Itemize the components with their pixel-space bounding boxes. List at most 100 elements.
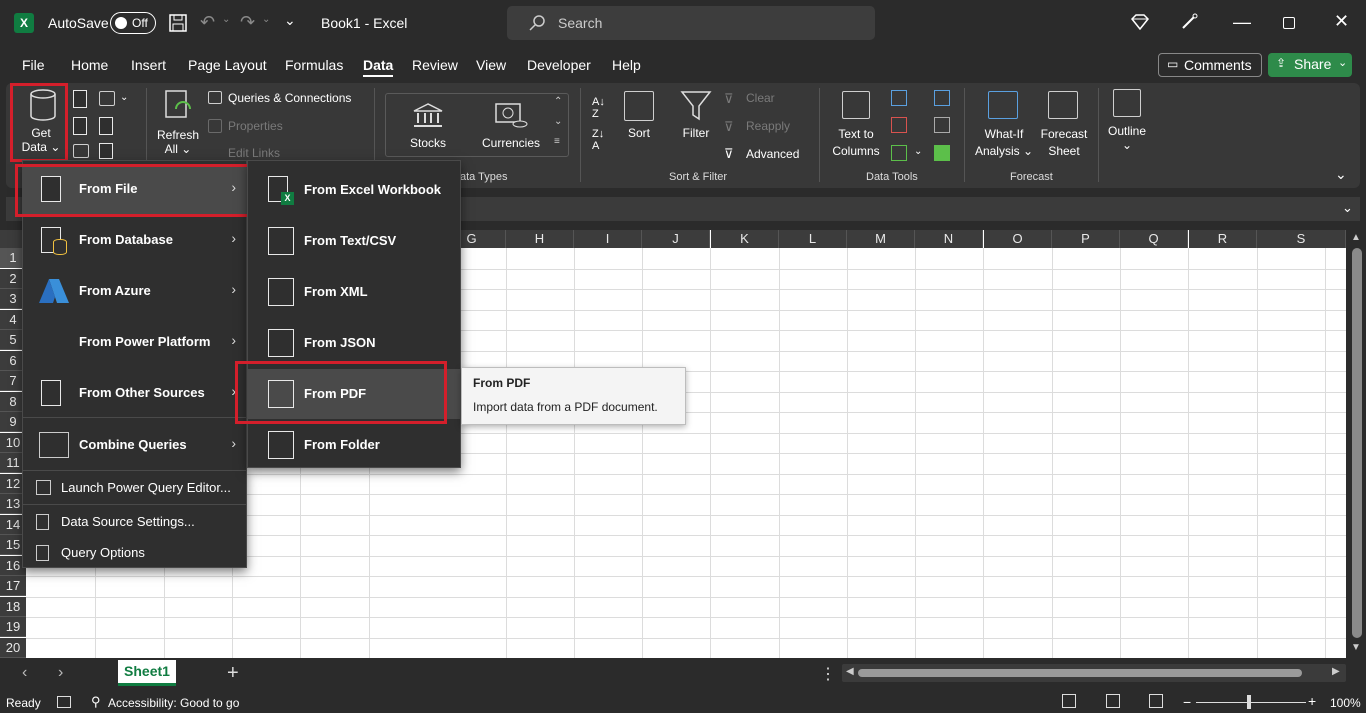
redo-dropdown-icon[interactable]: ⌄	[262, 14, 270, 25]
tab-review[interactable]: Review	[412, 57, 458, 77]
column-header[interactable]: J	[642, 230, 710, 248]
scroll-down-icon[interactable]: ▼	[1351, 642, 1361, 653]
column-header[interactable]: L	[779, 230, 847, 248]
tab-file[interactable]: File	[22, 57, 45, 77]
redo-icon[interactable]: ↷	[240, 12, 255, 33]
column-header[interactable]: Q	[1120, 230, 1188, 248]
close-icon[interactable]: ✕	[1334, 11, 1349, 32]
from-picture-icon[interactable]	[99, 143, 113, 159]
menu-launch-power-query-editor[interactable]: Launch Power Query Editor...	[23, 473, 246, 503]
share-button[interactable]: ⇪ Share ⌄	[1268, 53, 1352, 77]
column-header[interactable]: N	[915, 230, 983, 248]
from-web-icon[interactable]	[73, 117, 87, 135]
restore-icon[interactable]	[1283, 17, 1295, 29]
advanced-button[interactable]: Advanced	[746, 147, 799, 161]
reapply-button[interactable]: Reapply	[746, 119, 790, 133]
menu-from-other-sources[interactable]: From Other Sources ›	[23, 368, 246, 418]
refresh-all-button[interactable]: Refresh All ⌄	[152, 128, 204, 156]
row-header[interactable]: 20	[0, 637, 26, 658]
sort-descending-icon[interactable]: Z↓ A	[592, 128, 604, 152]
hscroll-thumb[interactable]	[858, 669, 1302, 677]
filter-button[interactable]: Filter	[676, 126, 716, 140]
menu-from-folder[interactable]: From Folder	[248, 420, 460, 470]
properties-button[interactable]: Properties	[228, 119, 283, 133]
scroll-right-icon[interactable]: ▶	[1332, 666, 1340, 677]
comments-button[interactable]: ▭ Comments	[1158, 53, 1262, 77]
from-table-icon[interactable]	[99, 91, 115, 106]
column-header[interactable]: M	[847, 230, 915, 248]
data-validation-icon[interactable]	[891, 145, 907, 161]
clear-button[interactable]: Clear	[746, 91, 775, 105]
flash-fill-icon[interactable]	[891, 90, 907, 106]
scroll-up-icon[interactable]: ▲	[1351, 232, 1361, 243]
outline-button[interactable]: Outline ⌄	[1100, 124, 1154, 152]
menu-from-database[interactable]: From Database ›	[23, 215, 246, 265]
menu-combine-queries[interactable]: Combine Queries ›	[23, 420, 246, 470]
customize-toolbar-icon[interactable]: ⌄	[284, 12, 296, 29]
relationships-icon[interactable]	[934, 117, 950, 133]
existing-connections-icon[interactable]	[73, 144, 89, 158]
menu-from-power-platform[interactable]: From Power Platform ›	[23, 317, 246, 367]
tab-page-layout[interactable]: Page Layout	[188, 57, 267, 77]
horizontal-scrollbar[interactable]: ◀ ▶	[842, 664, 1346, 682]
column-header[interactable]: P	[1052, 230, 1120, 248]
currencies-button[interactable]: Currencies	[477, 136, 545, 150]
tab-formulas[interactable]: Formulas	[285, 57, 343, 77]
pen-icon[interactable]	[1180, 13, 1198, 31]
tab-help[interactable]: Help	[612, 57, 641, 77]
zoom-slider[interactable]	[1196, 702, 1306, 703]
data-validation-dropdown-icon[interactable]: ⌄	[914, 146, 922, 157]
tab-data[interactable]: Data	[363, 57, 394, 77]
data-model-icon[interactable]	[934, 145, 950, 161]
what-if-analysis-button[interactable]: What-If Analysis ⌄	[973, 126, 1035, 160]
row-header[interactable]: 19	[0, 617, 26, 637]
menu-from-text-csv[interactable]: From Text/CSV	[248, 216, 460, 266]
page-break-view-icon[interactable]	[1149, 694, 1163, 708]
tab-insert[interactable]: Insert	[131, 57, 166, 77]
from-table-dropdown-icon[interactable]: ⌄	[120, 92, 128, 103]
collapse-ribbon-icon[interactable]: ⌄	[1335, 166, 1347, 183]
vertical-scrollbar[interactable]: ▲ ▼	[1348, 230, 1366, 658]
column-header[interactable]: H	[506, 230, 574, 248]
undo-icon[interactable]: ↶	[200, 12, 215, 33]
menu-query-options[interactable]: Query Options	[23, 538, 246, 568]
menu-from-xml[interactable]: From XML	[248, 267, 460, 317]
diamond-icon[interactable]	[1131, 14, 1149, 30]
sort-button[interactable]: Sort	[620, 126, 658, 140]
expand-formula-bar-icon[interactable]: ⌄	[1342, 200, 1353, 216]
from-text-icon[interactable]	[73, 90, 87, 108]
menu-from-excel-workbook[interactable]: X From Excel Workbook	[248, 165, 460, 215]
gallery-down-icon[interactable]: ⌄	[554, 116, 562, 127]
add-sheet-icon[interactable]: +	[227, 662, 239, 685]
tab-developer[interactable]: Developer	[527, 57, 591, 77]
next-sheet-icon[interactable]: ›	[58, 664, 63, 682]
forecast-sheet-button[interactable]: Forecast Sheet	[1036, 126, 1092, 160]
normal-view-icon[interactable]	[1062, 694, 1076, 708]
save-icon[interactable]	[169, 14, 187, 32]
scroll-left-icon[interactable]: ◀	[846, 666, 854, 677]
sort-ascending-icon[interactable]: A↓ Z	[592, 96, 605, 120]
zoom-out-icon[interactable]: −	[1183, 694, 1191, 710]
accessibility-status[interactable]: Accessibility: Good to go	[108, 696, 239, 710]
gallery-more-icon[interactable]: ≡	[554, 136, 560, 147]
consolidate-icon[interactable]	[934, 90, 950, 106]
edit-links-button[interactable]: Edit Links	[228, 146, 280, 160]
recent-sources-icon[interactable]	[99, 117, 113, 135]
menu-from-azure[interactable]: From Azure ›	[23, 266, 246, 316]
accessibility-icon[interactable]: ⚲	[91, 694, 101, 710]
zoom-level[interactable]: 100%	[1330, 696, 1361, 710]
tab-options-icon[interactable]: ⋮	[820, 664, 836, 684]
gallery-up-icon[interactable]: ⌃	[554, 96, 562, 107]
get-data-button[interactable]: Get Data ⌄	[18, 126, 64, 154]
autosave-toggle[interactable]: Off	[110, 12, 156, 34]
stocks-button[interactable]: Stocks	[399, 136, 457, 150]
scroll-thumb[interactable]	[1352, 248, 1362, 638]
remove-duplicates-icon[interactable]	[891, 117, 907, 133]
row-header[interactable]: 18	[0, 596, 26, 617]
column-header[interactable]: S	[1257, 230, 1346, 248]
row-header[interactable]: 17	[0, 576, 26, 596]
zoom-slider-thumb[interactable]	[1247, 695, 1251, 709]
page-layout-view-icon[interactable]	[1106, 694, 1120, 708]
column-header[interactable]: R	[1189, 230, 1257, 248]
text-to-columns-button[interactable]: Text to Columns	[826, 126, 886, 160]
